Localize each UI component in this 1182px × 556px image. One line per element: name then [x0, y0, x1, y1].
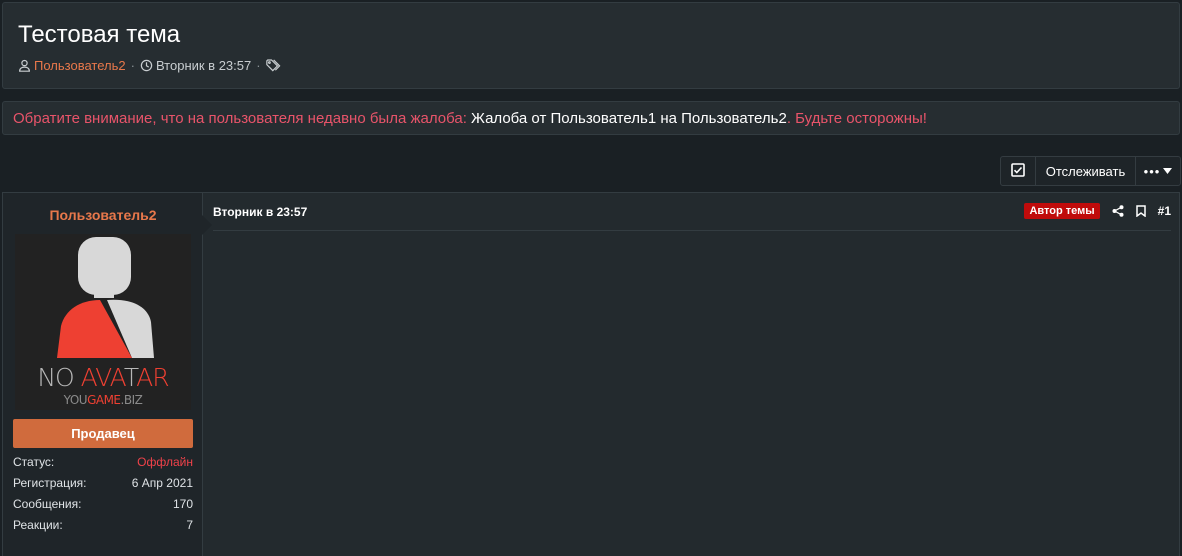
more-options-button[interactable]: •••	[1136, 157, 1180, 185]
tags-icon[interactable]	[265, 59, 283, 72]
watch-button[interactable]: Отслеживать	[1036, 157, 1136, 185]
notice-complaint-link[interactable]: Жалоба от Пользователь1 на Пользователь2	[471, 110, 787, 127]
thread-header: Тестовая тема Пользователь2 · Вторник в …	[2, 2, 1180, 89]
post-username[interactable]: Пользователь2	[3, 207, 203, 223]
meta-separator: ·	[130, 58, 135, 73]
share-icon[interactable]	[1112, 205, 1124, 217]
user-icon	[18, 59, 31, 72]
stat-row-registration: Регистрация: 6 Апр 2021	[13, 476, 193, 497]
stat-value-reactions: 7	[186, 518, 193, 532]
stat-label: Регистрация:	[13, 476, 87, 490]
thread-title: Тестовая тема	[18, 21, 181, 48]
page: Тестовая тема Пользователь2 · Вторник в …	[0, 0, 1182, 556]
post-header: Вторник в 23:57 Автор темы #1	[213, 203, 1171, 231]
post-tools: Автор темы #1	[1024, 203, 1171, 219]
post-number-link[interactable]: #1	[1158, 204, 1171, 218]
clock-icon	[140, 59, 153, 72]
user-stats: Статус: Оффлайн Регистрация: 6 Апр 2021 …	[13, 455, 193, 539]
stat-value-messages[interactable]: 170	[173, 497, 193, 518]
meta-separator: ·	[256, 58, 261, 73]
stat-value-status: Оффлайн	[137, 455, 193, 469]
more-dots: •••	[1143, 163, 1161, 179]
user-cell-arrow	[202, 215, 212, 235]
stat-label: Сообщения:	[13, 497, 82, 511]
notice-suffix: . Будьте осторожны!	[786, 109, 927, 127]
thread-author-link[interactable]: Пользователь2	[34, 58, 126, 73]
post-date-link[interactable]: Вторник в 23:57	[213, 203, 307, 219]
user-title-badge: Продавец	[13, 419, 193, 448]
svg-text:NO AVATAR: NO AVATAR	[37, 363, 169, 392]
watch-checkbox-button[interactable]	[1001, 157, 1036, 185]
complaint-notice: Обратите внимание, что на пользователя н…	[2, 101, 1180, 135]
thread-date-link[interactable]: Вторник в 23:57	[156, 58, 251, 73]
thread-author-badge: Автор темы	[1024, 203, 1100, 219]
stat-row-reactions: Реакции: 7	[13, 518, 193, 539]
checkbox-icon	[1011, 162, 1025, 180]
stat-label: Статус:	[13, 455, 55, 469]
stat-label: Реакции:	[13, 518, 63, 532]
chevron-down-icon	[1163, 168, 1173, 174]
notice-prefix: Обратите внимание, что на пользователя н…	[13, 109, 467, 127]
thread-actions: Отслеживать •••	[1000, 156, 1181, 186]
post: Пользователь2 NO AVATAR YOUGAME.BIZ Прод…	[2, 192, 1180, 556]
bookmark-icon[interactable]	[1135, 205, 1146, 217]
svg-text:YOUGAME.BIZ: YOUGAME.BIZ	[63, 393, 143, 407]
stat-row-status: Статус: Оффлайн	[13, 455, 193, 476]
stat-value-registration: 6 Апр 2021	[131, 476, 193, 490]
avatar[interactable]: NO AVATAR YOUGAME.BIZ	[15, 234, 191, 410]
stat-row-messages: Сообщения: 170	[13, 497, 193, 518]
post-user-cell: Пользователь2 NO AVATAR YOUGAME.BIZ Прод…	[3, 193, 203, 556]
thread-meta: Пользователь2 · Вторник в 23:57 ·	[18, 58, 286, 73]
